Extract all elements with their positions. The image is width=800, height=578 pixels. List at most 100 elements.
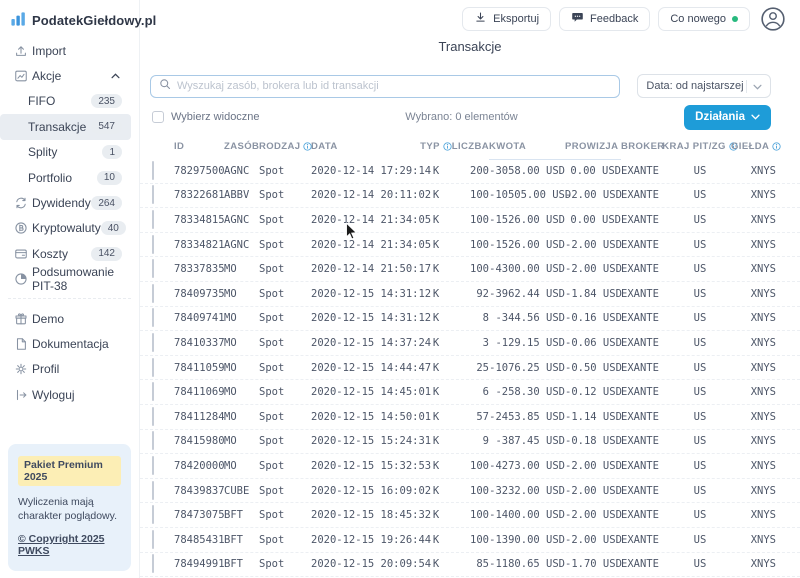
table-row[interactable]: 78411284MOSpot2020-12-15 14:50:01K57-245… xyxy=(140,405,800,430)
cell-kraj-pit-zg: US xyxy=(669,558,731,570)
whats-new-button[interactable]: Co nowego xyxy=(658,7,750,31)
count-badge: 547 xyxy=(91,120,122,134)
select-visible-label: Wybierz widoczne xyxy=(171,111,260,123)
row-checkbox[interactable] xyxy=(152,259,154,278)
row-checkbox-cell xyxy=(152,260,174,278)
row-checkbox[interactable] xyxy=(152,554,154,573)
sidebar-item-dokumentacja[interactable]: Dokumentacja xyxy=(0,331,131,356)
cell-prowizja: 0.00 USD xyxy=(565,214,621,226)
sidebar-nav: Import Akcje FIFO 235 Transakcje 547 Spl… xyxy=(0,38,139,407)
sidebar-item-label: Splity xyxy=(28,145,57,159)
cell-data: 2020-12-15 15:32:53 xyxy=(311,460,421,472)
count-badge: 40 xyxy=(101,221,126,235)
row-checkbox-cell xyxy=(152,359,174,377)
cell-kraj-pit-zg: US xyxy=(669,386,731,398)
row-checkbox[interactable] xyxy=(152,333,154,352)
column-header-kraj-pit-zg: KRAJ PIT/ZG xyxy=(669,141,731,152)
cell-broker: EXANTE xyxy=(621,509,669,521)
sidebar-item-fifo[interactable]: FIFO 235 xyxy=(0,89,131,114)
row-checkbox[interactable] xyxy=(152,382,154,401)
copyright-link[interactable]: © Copyright 2025 PWKS xyxy=(18,533,121,557)
sidebar-item-import[interactable]: Import xyxy=(0,38,131,63)
sidebar-item-dywidendy[interactable]: Dywidendy 264 xyxy=(0,190,131,215)
row-checkbox[interactable] xyxy=(152,185,154,204)
table-row[interactable]: 78420000MOSpot2020-12-15 15:32:53K100-42… xyxy=(140,454,800,479)
cell-zasob: MO xyxy=(224,411,259,423)
transactions-table: IDZASÓBRODZAJDATATYPLICZBAKWOTAPROWIZJAB… xyxy=(140,133,800,578)
import-icon xyxy=(13,43,28,58)
cell-kwota: -129.15 USD xyxy=(489,337,565,349)
table-row[interactable]: 78322681ABBVSpot2020-12-14 20:11:02K100-… xyxy=(140,184,800,209)
row-checkbox-cell xyxy=(152,531,174,549)
sidebar-item-profil[interactable]: Profil xyxy=(0,357,131,382)
search-input[interactable] xyxy=(177,80,611,92)
sidebar-item-splity[interactable]: Splity 1 xyxy=(0,140,131,165)
actions-button[interactable]: Działania xyxy=(684,105,771,130)
sidebar-item-transakcje[interactable]: Transakcje 547 xyxy=(0,114,131,139)
cell-liczba: 8 xyxy=(451,312,489,324)
cell-kwota: -2453.85 USD xyxy=(489,411,565,423)
row-checkbox-cell xyxy=(152,457,174,475)
sidebar-item-wyloguj[interactable]: Wyloguj xyxy=(0,382,131,407)
info-icon[interactable] xyxy=(772,142,781,151)
user-avatar[interactable] xyxy=(760,6,786,32)
table-row[interactable]: 78409741MOSpot2020-12-15 14:31:12K8-344.… xyxy=(140,307,800,332)
table-row[interactable]: 78410337MOSpot2020-12-15 14:37:24K3-129.… xyxy=(140,331,800,356)
cell-typ: K xyxy=(421,165,451,177)
cell-broker: EXANTE xyxy=(621,460,669,472)
brand-logo[interactable]: PodatekGiełdowy.pl xyxy=(0,0,139,32)
sidebar-item-koszty[interactable]: Koszty 142 xyxy=(0,241,131,266)
select-visible-checkbox[interactable] xyxy=(152,111,164,123)
sidebar-item-label: Koszty xyxy=(32,247,68,261)
cell-broker: EXANTE xyxy=(621,288,669,300)
table-row[interactable]: 78334821AGNCSpot2020-12-14 21:34:05K100-… xyxy=(140,233,800,258)
row-checkbox[interactable] xyxy=(152,431,154,450)
row-checkbox[interactable] xyxy=(152,481,154,500)
sidebar-item-akcje[interactable]: Akcje xyxy=(0,63,131,88)
row-checkbox[interactable] xyxy=(152,235,154,254)
row-checkbox[interactable] xyxy=(152,407,154,426)
row-checkbox[interactable] xyxy=(152,308,154,327)
table-row[interactable]: 78473075BFTSpot2020-12-15 18:45:32K100-1… xyxy=(140,503,800,528)
table-row[interactable]: 78334815AGNCSpot2020-12-14 21:34:05K100-… xyxy=(140,208,800,233)
feedback-button[interactable]: Feedback xyxy=(559,7,650,31)
chevron-up-icon[interactable] xyxy=(111,73,122,79)
cell-id: 78409735 xyxy=(174,288,224,300)
column-header-id: ID xyxy=(174,141,224,152)
sidebar-item-portfolio[interactable]: Portfolio 10 xyxy=(0,165,131,190)
row-checkbox[interactable] xyxy=(152,161,154,180)
table-row[interactable]: 78337835MOSpot2020-12-14 21:50:17K100-43… xyxy=(140,257,800,282)
sort-dropdown[interactable]: Data: od najstarszej xyxy=(637,74,771,98)
table-row[interactable]: 78439837CUBESpot2020-12-15 16:09:02K100-… xyxy=(140,479,800,504)
sidebar-item-podsumowanie[interactable]: Podsumowanie PIT-38 xyxy=(0,267,131,292)
table-row[interactable]: 78494991BFTSpot2020-12-15 20:09:54K85-11… xyxy=(140,553,800,578)
chat-bubble-icon xyxy=(571,11,584,27)
table-header-row: IDZASÓBRODZAJDATATYPLICZBAKWOTAPROWIZJAB… xyxy=(140,133,800,159)
sidebar-item-demo[interactable]: Demo xyxy=(0,306,131,331)
table-row[interactable]: 78415980MOSpot2020-12-15 15:24:31K9-387.… xyxy=(140,430,800,455)
table-row[interactable]: 78409735MOSpot2020-12-15 14:31:12K92-396… xyxy=(140,282,800,307)
table-row[interactable]: 78297500AGNCSpot2020-12-14 17:29:14K200-… xyxy=(140,159,800,184)
cell-id: 78334821 xyxy=(174,239,224,251)
cell-broker: EXANTE xyxy=(621,362,669,374)
cell-typ: K xyxy=(421,411,451,423)
cell-id: 78297500 xyxy=(174,165,224,177)
table-row[interactable]: 78485431BFTSpot2020-12-15 19:26:44K100-1… xyxy=(140,528,800,553)
export-button[interactable]: Eksportuj xyxy=(462,7,551,31)
row-checkbox[interactable] xyxy=(152,456,154,475)
row-checkbox-cell xyxy=(152,211,174,229)
row-checkbox[interactable] xyxy=(152,284,154,303)
cell-zasob: MO xyxy=(224,288,259,300)
cell-typ: K xyxy=(421,214,451,226)
row-checkbox[interactable] xyxy=(152,358,154,377)
row-checkbox[interactable] xyxy=(152,505,154,524)
row-checkbox[interactable] xyxy=(152,530,154,549)
sidebar-item-kryptowaluty[interactable]: Kryptowaluty 40 xyxy=(0,216,131,241)
sidebar: PodatekGiełdowy.pl Import Akcje FIFO 235… xyxy=(0,0,140,578)
table-row[interactable]: 78411069MOSpot2020-12-15 14:45:01K6-258.… xyxy=(140,380,800,405)
row-checkbox[interactable] xyxy=(152,210,154,229)
table-row[interactable]: 78411059MOSpot2020-12-15 14:44:47K25-107… xyxy=(140,356,800,381)
count-badge: 142 xyxy=(91,247,122,261)
sort-label: Data: od najstarszej xyxy=(646,80,744,92)
cell-id: 78473075 xyxy=(174,509,224,521)
